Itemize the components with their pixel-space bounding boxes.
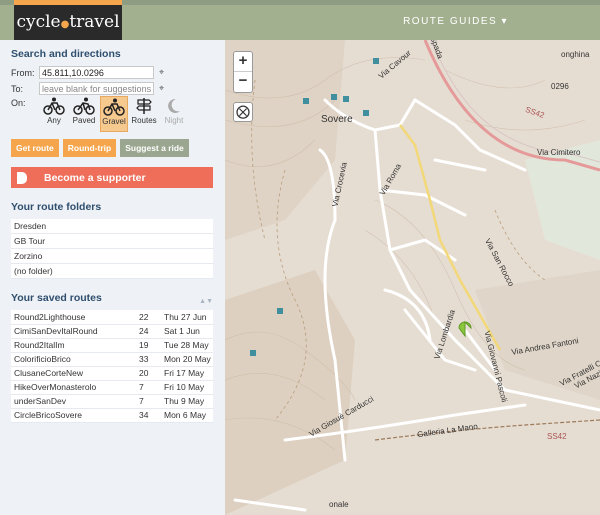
to-input[interactable] [39,82,154,95]
route-km: 7 [139,394,161,409]
route-km: 33 [139,352,161,367]
table-row[interactable]: HikeOverMonasterolo 7 Fri 10 May [11,380,213,395]
route-date: Mon 6 May [161,408,213,423]
crosshair-icon[interactable]: ⌖ [159,67,164,78]
map-label-ss42-south: SS42 [547,432,567,441]
moon-icon [168,98,180,113]
map-label-sovere: Sovere [321,114,353,125]
saved-routes-title: Your saved routes [11,292,102,304]
route-km: 7 [139,380,161,395]
table-row[interactable]: CircleBricoSovere 34 Mon 6 May [11,408,213,423]
sidebar: Search and directions From: ⌖ To: ⌖ On: … [0,40,225,515]
zoom-in-button[interactable]: + [234,52,252,72]
table-row[interactable]: CimiSanDevItalRound 24 Sat 1 Jun [11,324,213,339]
crosshair-icon[interactable]: ⌖ [159,83,164,94]
from-input[interactable] [39,66,154,79]
logo-text-right: travel [69,12,120,32]
road-bike-icon [73,97,95,115]
become-supporter-button[interactable]: Become a supporter [11,167,213,188]
mode-gravel[interactable]: Gravel [100,96,128,132]
gravel-bike-icon [103,98,125,116]
mode-routes[interactable]: Routes [130,96,158,132]
route-km: 24 [139,324,161,339]
route-date: Tue 28 May [161,338,213,353]
route-date: Mon 20 May [161,352,213,367]
bike-icon [43,97,65,115]
mode-label: Routes [131,116,157,125]
mode-label: Paved [72,116,96,125]
route-date: Thu 27 Jun [161,310,213,325]
table-row[interactable]: Round2ItalIm 19 Tue 28 May [11,338,213,353]
search-title: Search and directions [11,48,121,60]
table-row[interactable]: underSanDev 7 Thu 9 May [11,394,213,409]
route-date: Sat 1 Jun [161,324,213,339]
route-name: HikeOverMonasterolo [11,380,139,395]
map-label-onale: onale [329,500,349,509]
table-row[interactable]: ColorificioBrico 33 Mon 20 May [11,352,213,367]
supporter-label: Become a supporter [44,171,146,184]
route-guides-menu[interactable]: ROUTE GUIDES ▾ [403,16,508,27]
header-bar: cycle●travel ROUTE GUIDES ▾ [0,5,600,40]
round-trip-button[interactable]: Round-trip [62,139,117,157]
zoom-out-button[interactable]: − [234,72,252,92]
sort-arrows-icon[interactable]: ▲▼ [199,298,213,305]
mode-label: Night [164,116,184,125]
surface-mode-selector: Any Paved Gravel Routes Night [40,96,213,132]
from-row: From: ⌖ [11,66,213,79]
to-label: To: [11,83,24,94]
mode-paved[interactable]: Paved [70,96,98,132]
list-item[interactable]: (no folder) [11,264,213,279]
route-km: 19 [139,338,161,353]
mode-night[interactable]: Night [160,96,188,132]
from-label: From: [11,67,35,78]
table-row[interactable]: Round2Lighthouse 22 Thu 27 Jun [11,310,213,325]
map-label-via-cimitero: Via Cimitero [537,148,581,157]
flag-icon [17,171,27,184]
route-name: underSanDev [11,394,139,409]
map-view[interactable]: + − ⨂ Sovere Via Cavour Spada 0296 onghi… [225,40,600,515]
locate-button[interactable]: ⨂ [233,102,253,122]
route-date: Fri 10 May [161,380,213,395]
route-name: ColorificioBrico [11,352,139,367]
mode-any[interactable]: Any [40,96,68,132]
table-row[interactable]: ClusaneCorteNew 20 Fri 17 May [11,366,213,381]
site-logo[interactable]: cycle●travel [14,5,122,40]
map-label-0296: 0296 [551,82,569,91]
mode-label: Gravel [102,117,126,126]
route-km: 22 [139,310,161,325]
list-item[interactable]: GB Tour [11,234,213,249]
list-item[interactable]: Dresden [11,219,213,234]
route-date: Fri 17 May [161,366,213,381]
route-actions: Get route Round-trip Suggest a ride [11,139,213,157]
signpost-icon [136,98,152,114]
route-folders-section: Your route folders Dresden GB Tour Zorzi… [11,201,213,279]
saved-routes-section: Your saved routes ▲▼ Round2Lighthouse 22 T… [11,292,213,423]
logo-text-left: cycle [16,12,61,32]
route-folders-title: Your route folders [11,201,102,213]
route-km: 34 [139,408,161,423]
route-name: CircleBricoSovere [11,408,139,423]
route-km: 20 [139,366,161,381]
route-name: CimiSanDevItalRound [11,324,139,339]
route-name: ClusaneCorteNew [11,366,139,381]
route-date: Thu 9 May [161,394,213,409]
mode-label: Any [47,116,61,125]
to-row: To: ⌖ [11,82,213,95]
zoom-control: + − [233,51,253,93]
saved-routes-table: Round2Lighthouse 22 Thu 27 Jun CimiSanDevIt… [11,310,213,423]
saved-routes-header: Your saved routes ▲▼ [11,292,213,310]
route-folders-list: Dresden GB Tour Zorzino (no folder) [11,219,213,279]
list-item[interactable]: Zorzino [11,249,213,264]
route-name: Round2ItalIm [11,338,139,353]
route-name: Round2Lighthouse [11,310,139,325]
get-route-button[interactable]: Get route [11,139,59,157]
map-label-onghina: onghina [561,50,590,59]
suggest-ride-button[interactable]: Suggest a ride [120,139,189,157]
